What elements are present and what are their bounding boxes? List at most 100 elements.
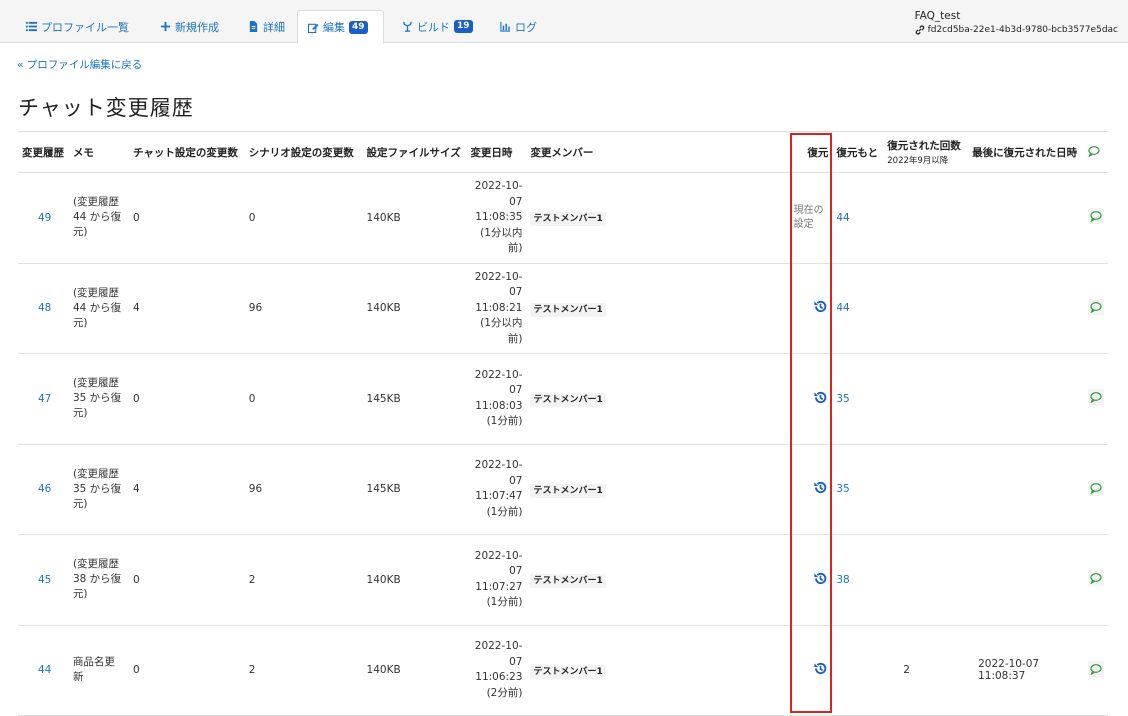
comment-icon (1087, 298, 1104, 315)
restore-source-cell: 44 (832, 263, 884, 354)
comment-cell (1083, 444, 1108, 535)
chat-changes-cell: 4 (128, 263, 245, 354)
comment-button[interactable] (1087, 660, 1104, 680)
restore-button[interactable] (813, 663, 828, 679)
restore-count-cell (883, 444, 969, 535)
tab-edit[interactable]: 編集 49 (297, 10, 384, 44)
restore-button[interactable] (813, 572, 828, 589)
back-to-profile-edit-link[interactable]: « プロファイル編集に戻る (17, 57, 142, 72)
table-row: 45 (変更履歴 38 から復元) 0 2 140KB 2022-10-07 11:07:2… (18, 534, 1108, 626)
restore-count-label: 復元された回数 (887, 140, 961, 152)
bar-chart-icon (500, 21, 511, 32)
member-cell: テストメンバー1 (526, 353, 790, 445)
history-id-cell: 49 (18, 172, 69, 264)
memo-text: (変更履歴 38 から復元) (72, 558, 122, 601)
member-badge: テストメンバー1 (530, 212, 606, 227)
history-id-cell: 46 (18, 444, 69, 535)
comment-button[interactable] (1087, 389, 1104, 408)
history-id-cell: 44 (18, 625, 69, 716)
memo-cell: (変更履歴 38 から復元) (68, 534, 129, 626)
change-ago: (1分前) (486, 505, 523, 518)
restore-source-cell: 35 (832, 353, 884, 445)
header-chat-changes: チャット設定の変更数 (128, 131, 245, 173)
history-id-cell: 45 (18, 534, 69, 626)
changed-at-text: 2022-10-07 11:08:21 (1分以内前) (470, 270, 523, 348)
profile-id: fd2cd5ba-22e1-4b3d-9780-bcb3577e5dac (927, 25, 1118, 35)
restore-button[interactable] (813, 482, 828, 498)
member-cell: テストメンバー1 (526, 444, 790, 535)
restore-source-link[interactable]: 44 (836, 302, 849, 314)
memo-text: (変更履歴 35 から復元) (72, 377, 122, 420)
history-id-link[interactable]: 46 (38, 483, 51, 495)
member-badge: テストメンバー1 (530, 664, 606, 679)
restore-history-icon (814, 391, 827, 403)
changed-at-cell: 2022-10-07 11:08:35 (1分以内前) (466, 172, 527, 264)
table-row: 46 (変更履歴 35 から復元) 4 96 145KB 2022-10-07 11:07:… (18, 444, 1108, 535)
memo-cell: (変更履歴 35 から復元) (68, 444, 129, 535)
changed-at-cell: 2022-10-07 11:06:23 (2分前) (466, 625, 527, 716)
changed-at-text: 2022-10-07 11:07:27 (1分前) (470, 549, 523, 611)
memo-cell: (変更履歴 35 から復元) (68, 353, 129, 445)
header-restore: 復元 (789, 131, 833, 173)
changed-at-cell: 2022-10-07 11:08:03 (1分前) (466, 353, 527, 445)
restore-button[interactable] (813, 391, 828, 408)
history-id-cell: 47 (18, 353, 69, 445)
last-restored-cell (968, 353, 1084, 445)
history-id-link[interactable]: 47 (38, 393, 51, 405)
changed-at-cell: 2022-10-07 11:08:21 (1分以内前) (466, 263, 527, 354)
changed-at-text: 2022-10-07 11:07:47 (1分前) (470, 458, 523, 520)
profile-info: FAQ_test fd2cd5ba-22e1-4b3d-9780-bcb3577… (915, 10, 1118, 35)
history-id-link[interactable]: 48 (38, 302, 51, 314)
comment-button[interactable] (1087, 298, 1104, 318)
last-restored-cell (968, 534, 1084, 626)
header-last-restored: 最後に復元された日時 (968, 131, 1084, 173)
comment-button[interactable] (1087, 570, 1104, 589)
member-badge: テストメンバー1 (530, 483, 606, 498)
memo-text: 商品名更新 (72, 656, 115, 684)
restore-count-cell (883, 263, 969, 354)
comment-icon (1087, 479, 1104, 496)
member-cell: テストメンバー1 (526, 625, 790, 716)
change-ago: (1分以内前) (480, 317, 523, 345)
scenario-changes-cell: 0 (244, 353, 363, 445)
tab-profile-list[interactable]: プロファイル一覧 (16, 10, 139, 43)
tab-build[interactable]: ビルド 19 (392, 10, 483, 43)
tab-log[interactable]: ログ (490, 10, 547, 43)
comment-button[interactable] (1087, 479, 1104, 499)
changed-at-text: 2022-10-07 11:08:35 (1分以内前) (470, 179, 523, 257)
tab-new[interactable]: 新規作成 (150, 10, 229, 43)
restore-source-link[interactable]: 35 (836, 393, 849, 405)
file-size-cell: 140KB (362, 534, 467, 626)
history-id-link[interactable]: 49 (38, 212, 51, 224)
header-history: 変更履歴 (18, 131, 69, 173)
restore-count-cell: 2 (883, 625, 969, 716)
list-icon (26, 21, 37, 32)
chat-changes-cell: 0 (128, 625, 245, 716)
restore-history-icon (814, 572, 827, 584)
member-badge: テストメンバー1 (530, 302, 606, 317)
profile-name: FAQ_test (914, 10, 961, 22)
restore-count-cell (883, 534, 969, 626)
last-restored-cell: 2022-10-07 11:08:37 (968, 625, 1084, 716)
restore-cell (789, 353, 833, 445)
tab-details[interactable]: 詳細 (238, 10, 295, 43)
build-icon (403, 21, 412, 32)
restore-source-link[interactable]: 35 (836, 483, 849, 495)
comment-button[interactable] (1087, 208, 1104, 227)
page-title: チャット変更履歴 (18, 96, 194, 120)
restore-history-icon (814, 663, 827, 675)
restore-source-link[interactable]: 44 (836, 212, 849, 224)
changed-at-text: 2022-10-07 11:08:03 (1分前) (470, 368, 523, 430)
file-icon (249, 21, 258, 32)
restore-source-link[interactable]: 38 (836, 574, 849, 586)
tab-label: プロファイル一覧 (41, 20, 129, 34)
current-setting-label: 現在の設定 (793, 204, 824, 230)
tab-label: 編集 (323, 21, 345, 34)
header-restore-source: 復元もと (832, 131, 884, 173)
scenario-changes-cell: 96 (244, 444, 363, 535)
restore-button[interactable] (813, 301, 828, 317)
history-id-link[interactable]: 44 (38, 664, 51, 676)
history-id-link[interactable]: 45 (38, 574, 51, 586)
scenario-changes-cell: 2 (244, 625, 363, 716)
header-scenario-changes: シナリオ設定の変更数 (244, 131, 363, 173)
